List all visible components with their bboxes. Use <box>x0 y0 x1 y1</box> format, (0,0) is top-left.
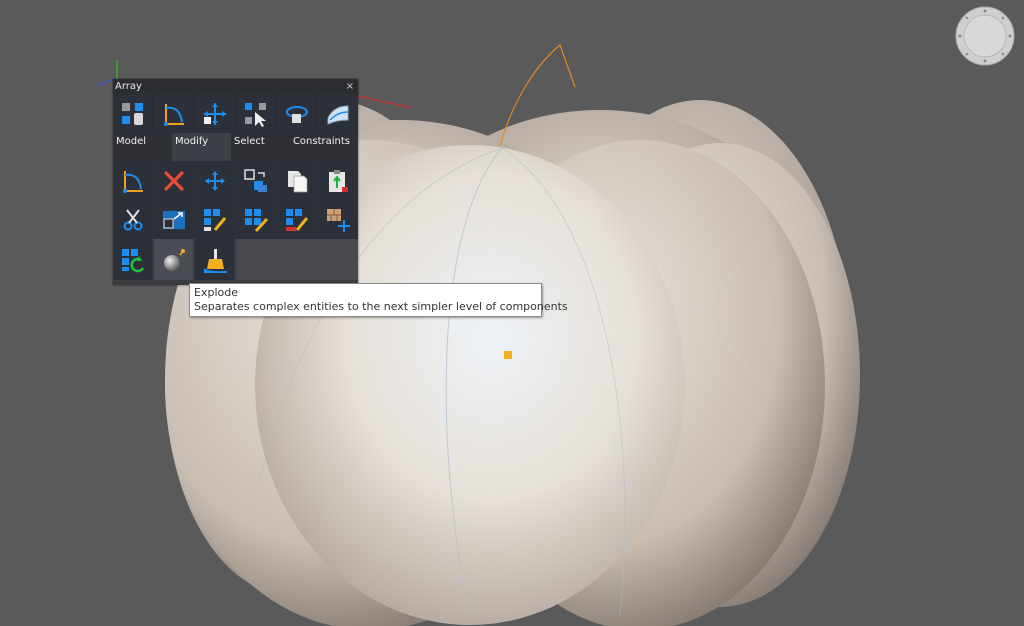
paste-icon <box>328 169 348 192</box>
copy-icon <box>287 170 307 192</box>
move-icon <box>204 170 225 191</box>
copy-button[interactable] <box>277 161 316 200</box>
quad-category-tabs: Model Modify Select Constraints <box>113 133 358 161</box>
tab-select[interactable]: Select <box>231 133 290 161</box>
tooltip: Explode Separates complex entities to th… <box>189 283 568 317</box>
orbit-button[interactable] <box>277 94 316 133</box>
explode-button[interactable] <box>154 239 193 280</box>
close-icon[interactable]: × <box>346 79 354 94</box>
brush-icon <box>203 248 227 273</box>
array-button[interactable] <box>113 94 152 133</box>
tab-constraints[interactable]: Constraints <box>290 133 358 161</box>
copy-objects-icon <box>243 168 267 192</box>
rotate-icon <box>122 170 143 193</box>
drawing-icon <box>327 104 348 125</box>
array-edit-button[interactable] <box>195 200 234 239</box>
array-edit-pencil-icon <box>244 208 268 232</box>
select-button[interactable] <box>236 94 275 133</box>
select-cursor-icon <box>244 102 266 127</box>
array-edit-2-button[interactable] <box>236 200 275 239</box>
move-button[interactable] <box>195 94 234 133</box>
rotate-button[interactable] <box>154 94 193 133</box>
grip-point[interactable] <box>504 351 512 359</box>
modify-row-3 <box>113 239 358 280</box>
quad-empty-area <box>236 239 358 280</box>
tab-model[interactable]: Model <box>113 133 172 161</box>
array-reset-button[interactable] <box>113 239 152 280</box>
array-icon <box>121 102 143 125</box>
tooltip-title: Explode <box>194 286 238 299</box>
quad-title: Array <box>115 81 142 92</box>
quad-title-bar[interactable]: Array × <box>113 79 358 94</box>
array-reset-icon <box>121 248 144 272</box>
paste-button[interactable] <box>318 161 357 200</box>
quad-top-row <box>113 94 358 133</box>
orbit-icon <box>285 105 308 123</box>
modify-row-1 <box>113 161 358 200</box>
delete-icon <box>163 170 184 191</box>
trim-button[interactable] <box>113 200 152 239</box>
model-viewport[interactable]: Array × Model Modify Select Constraints … <box>0 0 1024 626</box>
cut-icon <box>123 208 142 230</box>
modify-row-2 <box>113 200 358 239</box>
drawing-button[interactable] <box>318 94 357 133</box>
tab-modify[interactable]: Modify <box>171 133 231 161</box>
scale-icon <box>162 210 185 229</box>
tooltip-description: Separates complex entities to the next s… <box>194 300 568 313</box>
array-edit-icon <box>203 208 226 231</box>
array-edit-3-button[interactable] <box>277 200 316 239</box>
brick-move-icon <box>326 208 350 232</box>
quad-panel[interactable]: Array × Model Modify Select Constraints <box>113 79 358 285</box>
brush-button[interactable] <box>195 239 234 280</box>
rotate-icon <box>163 103 184 126</box>
rotate-command-button[interactable] <box>113 161 152 200</box>
delete-button[interactable] <box>154 161 193 200</box>
array-edit-red-icon <box>285 208 308 231</box>
view-compass-icon[interactable] <box>955 6 1015 66</box>
move-icon <box>203 102 226 125</box>
move-command-button[interactable] <box>195 161 234 200</box>
explode-icon <box>163 248 185 271</box>
scale-button[interactable] <box>154 200 193 239</box>
brick-move-button[interactable] <box>318 200 357 239</box>
copy-objects-button[interactable] <box>236 161 275 200</box>
